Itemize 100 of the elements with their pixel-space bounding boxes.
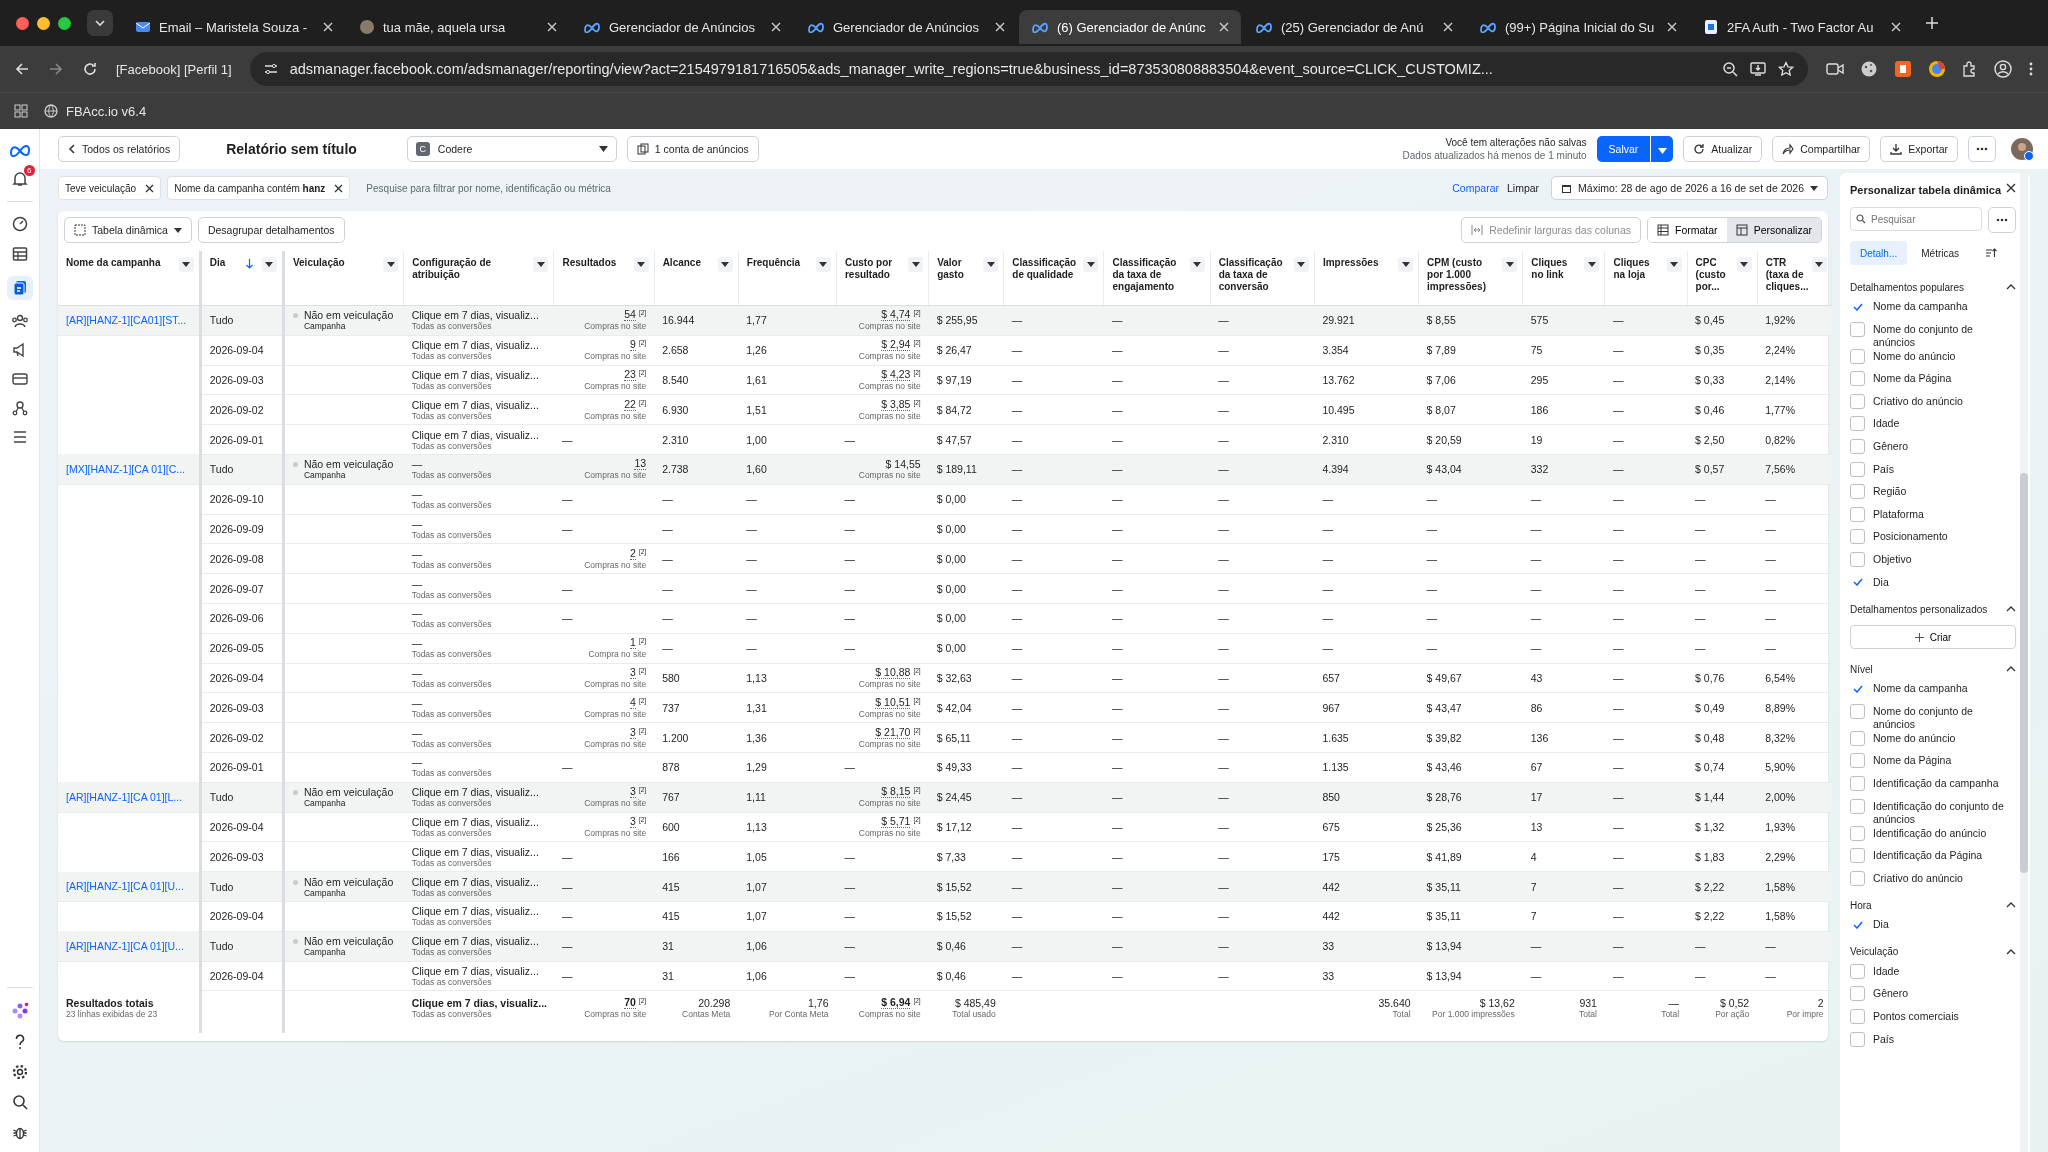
checkbox-label[interactable]: Gênero xyxy=(1873,986,2016,1001)
checkbox-label[interactable]: Identificação do anúncio xyxy=(1873,825,2016,840)
checkbox-label[interactable]: Nome do anúncio xyxy=(1873,348,2016,363)
browser-tab[interactable]: (99+) Página Inicial do Su xyxy=(1467,10,1689,44)
column-menu-button[interactable] xyxy=(1736,257,1752,272)
column-menu-button[interactable] xyxy=(383,257,399,272)
checkbox[interactable] xyxy=(1850,848,1865,864)
checkbox-label[interactable]: Nome da Página xyxy=(1873,753,2016,768)
reports-nav-button[interactable] xyxy=(6,276,33,300)
checkbox-label[interactable]: Identificação do conjunto de anúncios xyxy=(1873,798,2016,826)
checkbox[interactable] xyxy=(1850,730,1865,746)
column-menu-button[interactable] xyxy=(1083,257,1099,272)
cost-value[interactable]: $ 3,85 xyxy=(881,398,911,411)
browser-tab[interactable]: Gerenciador de Anúncios xyxy=(571,10,793,44)
column-header[interactable]: CPC (custo por... xyxy=(1695,257,1734,293)
checkbox-label[interactable]: Idade xyxy=(1873,963,2016,978)
collapse-icon[interactable] xyxy=(2006,666,2016,673)
zoom-icon[interactable] xyxy=(1722,61,1738,77)
minimize-window-button[interactable] xyxy=(37,16,50,30)
flower-icon[interactable] xyxy=(10,1002,29,1020)
settings-icon[interactable] xyxy=(11,1064,28,1080)
site-settings-icon[interactable] xyxy=(263,62,278,76)
checkbox[interactable] xyxy=(1850,775,1865,791)
column-menu-button[interactable] xyxy=(815,257,831,272)
checkbox-label[interactable]: Objetivo xyxy=(1873,551,2016,566)
reset-widths-button[interactable]: Redefinir larguras das colunas xyxy=(1461,217,1642,243)
checkbox[interactable] xyxy=(1850,416,1865,432)
result-value[interactable]: 9 xyxy=(630,339,636,352)
checkbox-label[interactable]: Nome do conjunto de anúncios xyxy=(1873,321,2016,349)
cost-value[interactable]: $ 2,94 xyxy=(881,339,911,352)
apps-grid-icon[interactable] xyxy=(14,104,28,118)
checkbox-label[interactable]: Posicionamento xyxy=(1873,529,2016,544)
checkbox[interactable] xyxy=(1850,506,1865,522)
checkbox[interactable] xyxy=(1850,986,1865,1002)
cost-value[interactable]: $ 4,74 xyxy=(881,309,911,322)
browser-tab[interactable]: Gerenciador de Anúncios xyxy=(795,10,1017,44)
checkbox[interactable] xyxy=(1850,825,1865,841)
checkbox-label[interactable]: Criativo do anúncio xyxy=(1873,393,2016,408)
column-menu-button[interactable] xyxy=(178,257,194,272)
new-tab-icon[interactable] xyxy=(1925,16,1939,30)
maximize-window-button[interactable] xyxy=(58,16,71,30)
checkbox-label[interactable]: Nome da Página xyxy=(1873,371,2016,386)
column-menu-button[interactable] xyxy=(983,257,999,272)
card-icon[interactable] xyxy=(11,372,28,386)
sort-arrow-icon[interactable] xyxy=(245,259,253,269)
checkbox-label[interactable]: Pontos comerciais xyxy=(1873,1009,2016,1024)
browser-logo-icon[interactable] xyxy=(1928,60,1946,78)
column-header[interactable]: Configuração de atribuição xyxy=(412,257,531,281)
browser-tab[interactable]: Email – Maristela Souza - xyxy=(123,10,345,44)
checkbox-label[interactable]: Identificação da campanha xyxy=(1873,775,2016,790)
checkbox[interactable] xyxy=(1850,963,1865,979)
column-header[interactable]: Custo por resultado xyxy=(844,257,906,281)
close-icon[interactable] xyxy=(145,183,155,193)
column-menu-button[interactable] xyxy=(1398,257,1414,272)
create-button[interactable]: Criar xyxy=(1850,625,2016,650)
cost-value[interactable]: $ 14,55 xyxy=(885,458,921,471)
checkbox[interactable] xyxy=(1850,798,1865,814)
result-value[interactable]: 4 xyxy=(630,696,636,709)
reload-icon[interactable] xyxy=(82,61,98,77)
result-value[interactable]: 1 xyxy=(630,637,636,650)
column-header[interactable]: Resultados xyxy=(562,257,631,269)
star-icon[interactable] xyxy=(1778,61,1794,77)
back-icon[interactable] xyxy=(14,61,30,77)
search-icon[interactable] xyxy=(11,1094,28,1110)
column-menu-button[interactable] xyxy=(633,257,649,272)
column-menu-button[interactable] xyxy=(1189,257,1205,272)
column-header[interactable]: Classificação da taxa de engajamento xyxy=(1112,257,1187,293)
bookmark[interactable]: FBAcc.io v6.4 xyxy=(44,103,147,119)
ad-accounts-button[interactable]: 1 conta de anúncios xyxy=(626,136,759,162)
browser-tab[interactable]: (25) Gerenciador de Anú xyxy=(1243,10,1465,44)
close-icon[interactable] xyxy=(2006,183,2016,193)
clear-button[interactable]: Limpar xyxy=(1504,182,1546,194)
checkbox-label[interactable]: Região xyxy=(1873,484,2016,499)
filter-search-field[interactable]: Pesquise para filtrar por nome, identificação ou métrica xyxy=(364,175,1447,201)
column-header[interactable]: CTR (taxa de cliques... xyxy=(1765,257,1809,293)
result-value[interactable]: 13 xyxy=(634,458,647,471)
account-select[interactable]: C Codere xyxy=(406,136,617,162)
checkbox-label[interactable]: Nome da campanha xyxy=(1873,299,2016,313)
column-menu-button[interactable] xyxy=(908,257,924,272)
result-value[interactable]: 3 xyxy=(630,726,636,739)
close-icon[interactable] xyxy=(334,183,344,193)
puzzle-icon[interactable] xyxy=(1962,61,1978,77)
result-value[interactable]: 3 xyxy=(630,786,636,799)
checkbox-label[interactable]: País xyxy=(1873,461,2016,476)
column-menu-button[interactable] xyxy=(1811,257,1827,272)
checkbox[interactable] xyxy=(1850,321,1865,337)
result-value[interactable]: 22 xyxy=(624,398,636,411)
table-icon[interactable] xyxy=(11,246,28,262)
account-icon[interactable] xyxy=(1994,60,2012,78)
collapse-icon[interactable] xyxy=(2006,902,2016,909)
avatar-icon[interactable] xyxy=(2010,137,2034,161)
result-value[interactable]: 23 xyxy=(624,369,636,381)
filter-chip[interactable]: Nome da campanha contém hanz xyxy=(167,176,351,200)
checkbox-label[interactable]: Dia xyxy=(1873,917,2016,932)
scrollbar-thumb[interactable] xyxy=(2020,473,2028,873)
checkbox-label[interactable]: Dia xyxy=(1873,574,2016,589)
compare-link[interactable]: Comparar xyxy=(1452,182,1499,194)
result-value[interactable]: 2 xyxy=(630,547,636,560)
filter-chip[interactable]: Teve veiculação xyxy=(58,176,162,200)
checkbox[interactable] xyxy=(1850,551,1865,567)
